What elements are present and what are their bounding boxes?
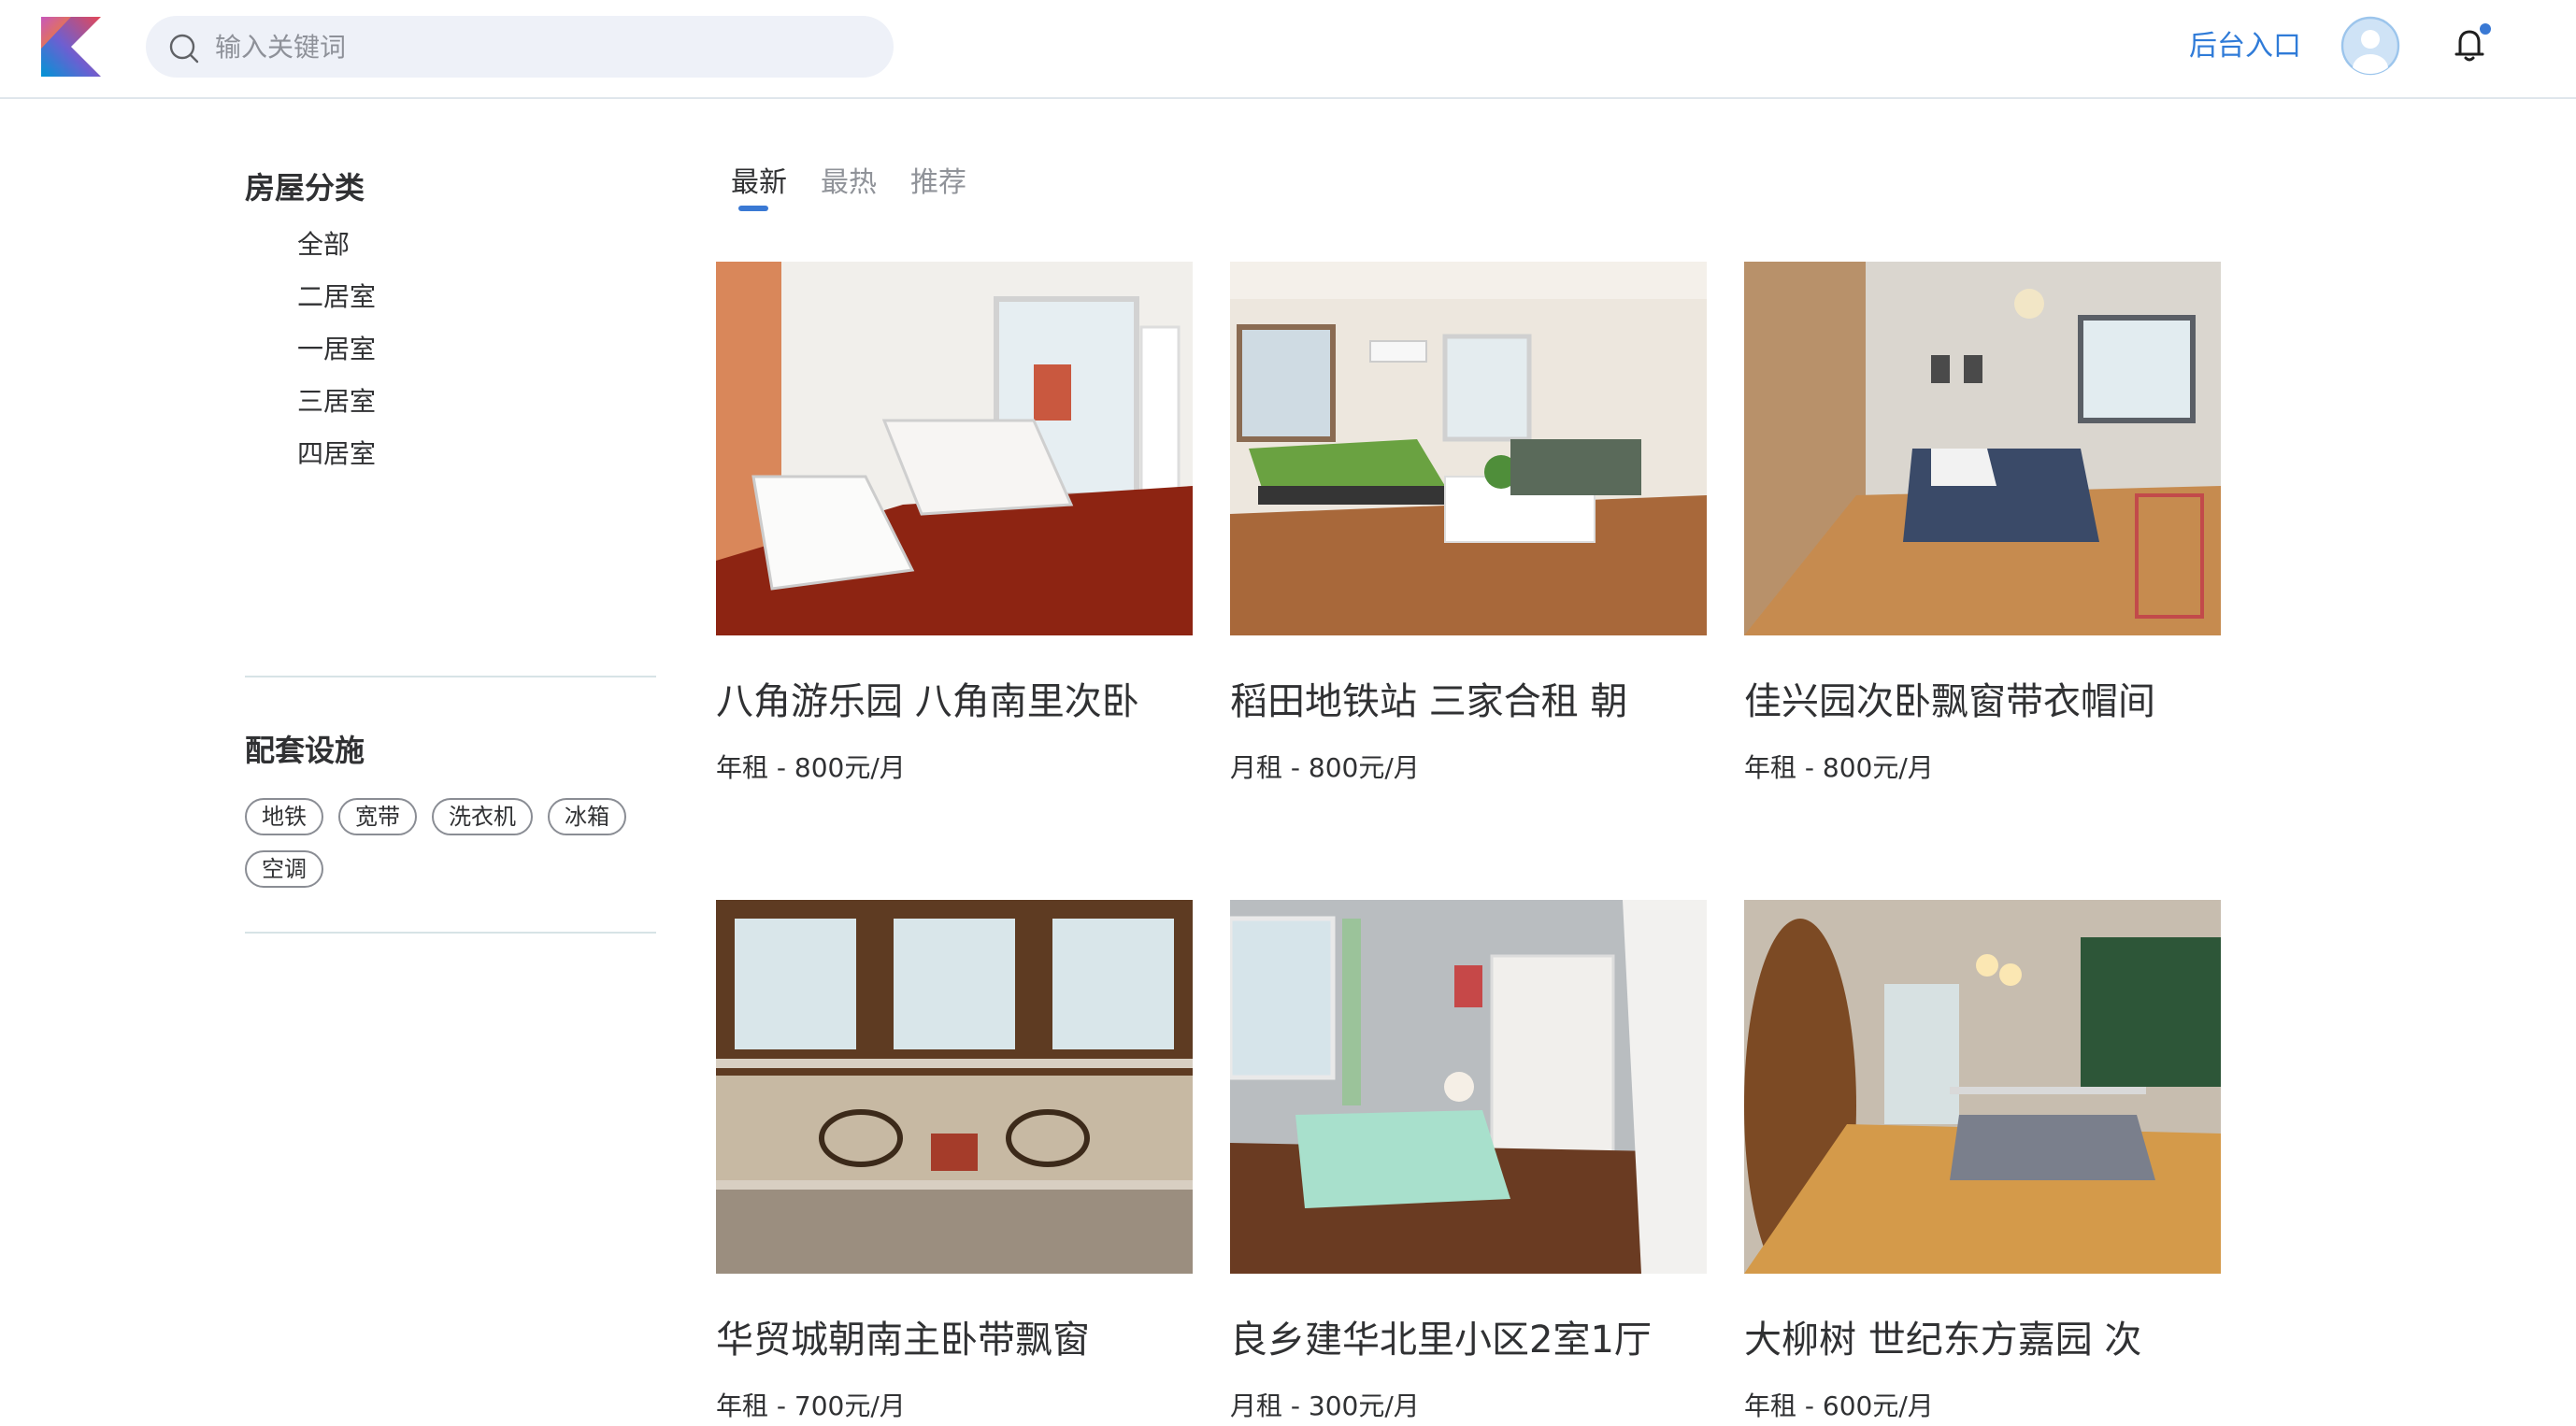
facility-tag-subway[interactable]: 地铁 bbox=[245, 798, 323, 835]
listing-price: 年租 - 800元/月 bbox=[1744, 752, 1934, 783]
tab-recommended[interactable]: 推荐 bbox=[910, 159, 966, 200]
search-bar bbox=[146, 16, 894, 78]
facility-tag-fridge[interactable]: 冰箱 bbox=[548, 798, 626, 835]
notification-dot bbox=[2480, 23, 2491, 35]
category-item-one-bedroom[interactable]: 一居室 bbox=[297, 329, 376, 366]
listing-price: 月租 - 800元/月 bbox=[1230, 752, 1420, 783]
listing-title[interactable]: 稻田地铁站 三家合租 朝 bbox=[1230, 671, 1753, 725]
facilities-heading: 配套设施 bbox=[245, 733, 365, 768]
top-header: 后台入口 bbox=[0, 0, 2576, 99]
category-item-four-bedroom[interactable]: 四居室 bbox=[297, 434, 376, 471]
category-item-two-bedroom[interactable]: 二居室 bbox=[297, 277, 376, 314]
facility-tag-washer[interactable]: 洗衣机 bbox=[432, 798, 533, 835]
page-root: 后台入口 房屋分类 全部 二居室 一居室 三居室 四居室 配套设施 地铁 宽带 … bbox=[0, 0, 2576, 1426]
tab-newest[interactable]: 最新 bbox=[731, 159, 787, 200]
notification-bell-icon[interactable] bbox=[2447, 22, 2492, 67]
active-tab-indicator bbox=[738, 206, 768, 211]
sidebar-divider bbox=[245, 932, 656, 934]
listing-title[interactable]: 华贸城朝南主卧带飘窗 bbox=[716, 1309, 1239, 1363]
facility-tag-broadband[interactable]: 宽带 bbox=[338, 798, 417, 835]
listing-price: 月租 - 300元/月 bbox=[1230, 1390, 1420, 1421]
listing-photo[interactable] bbox=[1230, 262, 1707, 635]
tab-hottest[interactable]: 最热 bbox=[821, 159, 877, 200]
user-avatar-icon[interactable] bbox=[2340, 16, 2400, 76]
category-item-all[interactable]: 全部 bbox=[297, 224, 350, 262]
listing-title[interactable]: 良乡建华北里小区2室1厅 bbox=[1230, 1309, 1753, 1363]
listing-photo[interactable] bbox=[1744, 262, 2221, 635]
listing-photo[interactable] bbox=[1744, 900, 2221, 1274]
category-item-three-bedroom[interactable]: 三居室 bbox=[297, 381, 376, 419]
search-icon bbox=[169, 34, 199, 64]
listing-title[interactable]: 大柳树 世纪东方嘉园 次 bbox=[1744, 1309, 2268, 1363]
listing-price: 年租 - 800元/月 bbox=[716, 752, 906, 783]
listing-title[interactable]: 佳兴园次卧飘窗带衣帽间 bbox=[1744, 671, 2268, 725]
listing-price: 年租 - 600元/月 bbox=[1744, 1390, 1934, 1421]
category-heading: 房屋分类 bbox=[245, 170, 365, 206]
facility-tag-aircon[interactable]: 空调 bbox=[245, 850, 323, 888]
kotlin-logo-icon[interactable] bbox=[41, 17, 101, 77]
search-input[interactable] bbox=[215, 16, 869, 78]
listing-title[interactable]: 八角游乐园 八角南里次卧 bbox=[716, 671, 1239, 725]
admin-entry-link[interactable]: 后台入口 bbox=[2189, 26, 2301, 67]
listing-price: 年租 - 700元/月 bbox=[716, 1390, 906, 1421]
listing-photo[interactable] bbox=[716, 900, 1193, 1274]
listing-photo[interactable] bbox=[1230, 900, 1707, 1274]
sidebar-divider bbox=[245, 676, 656, 677]
listing-photo[interactable] bbox=[716, 262, 1193, 635]
